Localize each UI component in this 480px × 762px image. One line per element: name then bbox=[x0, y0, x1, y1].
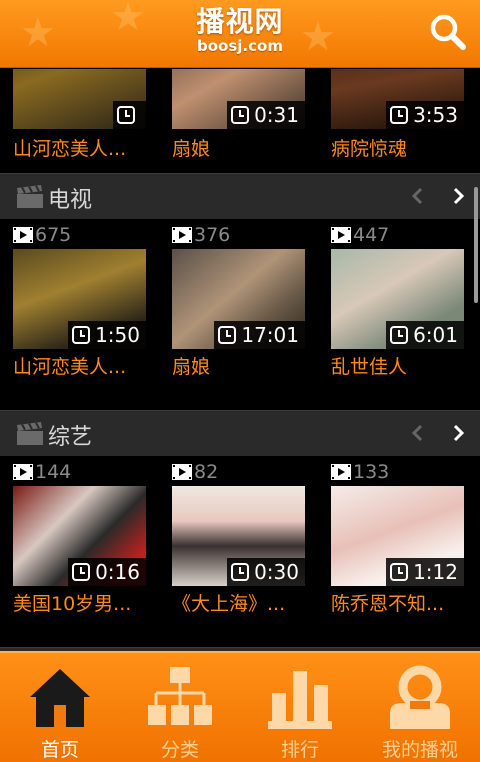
tab-category[interactable]: 分类 bbox=[120, 653, 240, 762]
category-icon bbox=[148, 667, 212, 725]
prev-arrow-icon[interactable] bbox=[410, 423, 426, 443]
clock-icon bbox=[231, 563, 250, 581]
view-count: 675 bbox=[13, 224, 71, 246]
scrollbar[interactable] bbox=[474, 187, 478, 303]
video-thumbnail[interactable] bbox=[13, 69, 146, 129]
duration-badge: 6:01 bbox=[386, 321, 464, 349]
view-count: 447 bbox=[331, 224, 389, 246]
section-title: 电视 bbox=[48, 188, 93, 213]
clock-icon bbox=[390, 326, 409, 344]
video-thumbnail[interactable]: 1:12 bbox=[331, 486, 464, 586]
clock-icon bbox=[218, 326, 237, 344]
section-header-tv: 电视 bbox=[0, 173, 480, 219]
view-count-text: 675 bbox=[35, 224, 72, 246]
view-count: 82 bbox=[172, 461, 218, 483]
tab-label: 分类 bbox=[160, 739, 199, 761]
video-count-icon bbox=[172, 227, 192, 243]
video-title[interactable]: 美国10岁男... bbox=[13, 589, 146, 616]
search-icon bbox=[430, 14, 466, 50]
video-title[interactable]: 扇娘 bbox=[172, 134, 305, 161]
view-count: 376 bbox=[172, 224, 230, 246]
video-title[interactable]: 病院惊魂 bbox=[331, 134, 464, 161]
duration-text: 1:12 bbox=[413, 560, 458, 584]
duration-text: 1:50 bbox=[95, 323, 140, 347]
search-button[interactable] bbox=[428, 12, 468, 52]
video-thumbnail[interactable]: 0:16 bbox=[13, 486, 146, 586]
clapperboard-icon bbox=[17, 422, 43, 445]
duration-text: 0:31 bbox=[254, 103, 299, 127]
duration-badge: 0:31 bbox=[227, 101, 305, 129]
tab-ranking[interactable]: 排行 bbox=[240, 653, 360, 762]
clock-icon bbox=[72, 563, 91, 581]
video-count-icon bbox=[13, 227, 33, 243]
ranking-icon bbox=[268, 671, 332, 729]
duration-badge: 17:01 bbox=[214, 321, 305, 349]
video-title[interactable]: 乱世佳人 bbox=[331, 352, 464, 379]
video-title[interactable]: 《大上海》... bbox=[172, 589, 305, 616]
duration-badge: 1:12 bbox=[386, 558, 464, 586]
video-count-icon bbox=[331, 227, 351, 243]
view-count-text: 144 bbox=[35, 461, 72, 483]
duration-text: 0:16 bbox=[95, 560, 140, 584]
duration-text: 3:53 bbox=[413, 103, 458, 127]
content-scroll-area[interactable]: 山河恋美人... 0:31 扇娘 3:53 病院惊魂 电视 675 1:50 山… bbox=[0, 69, 480, 651]
video-thumbnail[interactable]: 1:50 bbox=[13, 249, 146, 349]
view-count: 144 bbox=[13, 461, 71, 483]
duration-badge bbox=[113, 101, 146, 129]
video-thumbnail[interactable]: 3:53 bbox=[331, 69, 464, 129]
clapperboard-icon bbox=[17, 185, 43, 208]
tab-label: 首页 bbox=[40, 739, 79, 761]
duration-badge: 1:50 bbox=[68, 321, 146, 349]
clock-icon bbox=[390, 563, 409, 581]
video-count-icon bbox=[172, 464, 192, 480]
clock-icon bbox=[390, 106, 409, 124]
duration-badge: 0:16 bbox=[68, 558, 146, 586]
tab-home[interactable]: 首页 bbox=[0, 653, 120, 762]
bottom-nav-bar: 首页 分类 排行 我的播视 bbox=[0, 651, 480, 762]
duration-badge: 3:53 bbox=[386, 101, 464, 129]
clock-icon bbox=[231, 106, 250, 124]
video-row: 144 0:16 美国10岁男... 82 0:30 《大上海》... 133 … bbox=[0, 461, 480, 621]
view-count-text: 376 bbox=[194, 224, 231, 246]
clock-icon bbox=[117, 106, 135, 124]
view-count: 133 bbox=[331, 461, 389, 483]
duration-text: 0:30 bbox=[254, 560, 299, 584]
video-thumbnail[interactable]: 0:30 bbox=[172, 486, 305, 586]
video-title[interactable]: 陈乔恩不知... bbox=[331, 589, 464, 616]
duration-badge: 0:30 bbox=[227, 558, 305, 586]
next-arrow-icon[interactable] bbox=[450, 423, 466, 443]
tab-profile[interactable]: 我的播视 bbox=[360, 653, 480, 762]
home-icon bbox=[30, 669, 90, 727]
video-thumbnail[interactable]: 6:01 bbox=[331, 249, 464, 349]
view-count-text: 133 bbox=[353, 461, 390, 483]
logo-text-cn: 播视网 bbox=[196, 5, 284, 38]
prev-arrow-icon[interactable] bbox=[410, 186, 426, 206]
video-count-icon bbox=[13, 464, 33, 480]
app-header: ★ ★ ★ 播视网 boosj.com bbox=[0, 0, 480, 68]
clock-icon bbox=[72, 326, 91, 344]
next-arrow-icon[interactable] bbox=[450, 186, 466, 206]
tab-label: 我的播视 bbox=[381, 739, 458, 761]
duration-text: 6:01 bbox=[413, 323, 458, 347]
app-logo[interactable]: 播视网 boosj.com bbox=[0, 5, 480, 55]
video-row: 675 1:50 山河恋美人... 376 17:01 扇娘 447 6:01 … bbox=[0, 224, 480, 384]
video-thumbnail[interactable]: 17:01 bbox=[172, 249, 305, 349]
logo-text-en: boosj.com bbox=[197, 37, 283, 55]
profile-icon bbox=[390, 665, 450, 729]
view-count-text: 82 bbox=[194, 461, 219, 483]
video-title[interactable]: 山河恋美人... bbox=[13, 134, 146, 161]
video-title[interactable]: 山河恋美人... bbox=[13, 352, 146, 379]
video-title[interactable]: 扇娘 bbox=[172, 352, 305, 379]
video-thumbnail[interactable]: 0:31 bbox=[172, 69, 305, 129]
view-count-text: 447 bbox=[353, 224, 390, 246]
tab-label: 排行 bbox=[280, 739, 319, 761]
section-title: 综艺 bbox=[48, 425, 93, 450]
video-count-icon bbox=[331, 464, 351, 480]
duration-text: 17:01 bbox=[241, 323, 299, 347]
section-header-variety: 综艺 bbox=[0, 410, 480, 456]
